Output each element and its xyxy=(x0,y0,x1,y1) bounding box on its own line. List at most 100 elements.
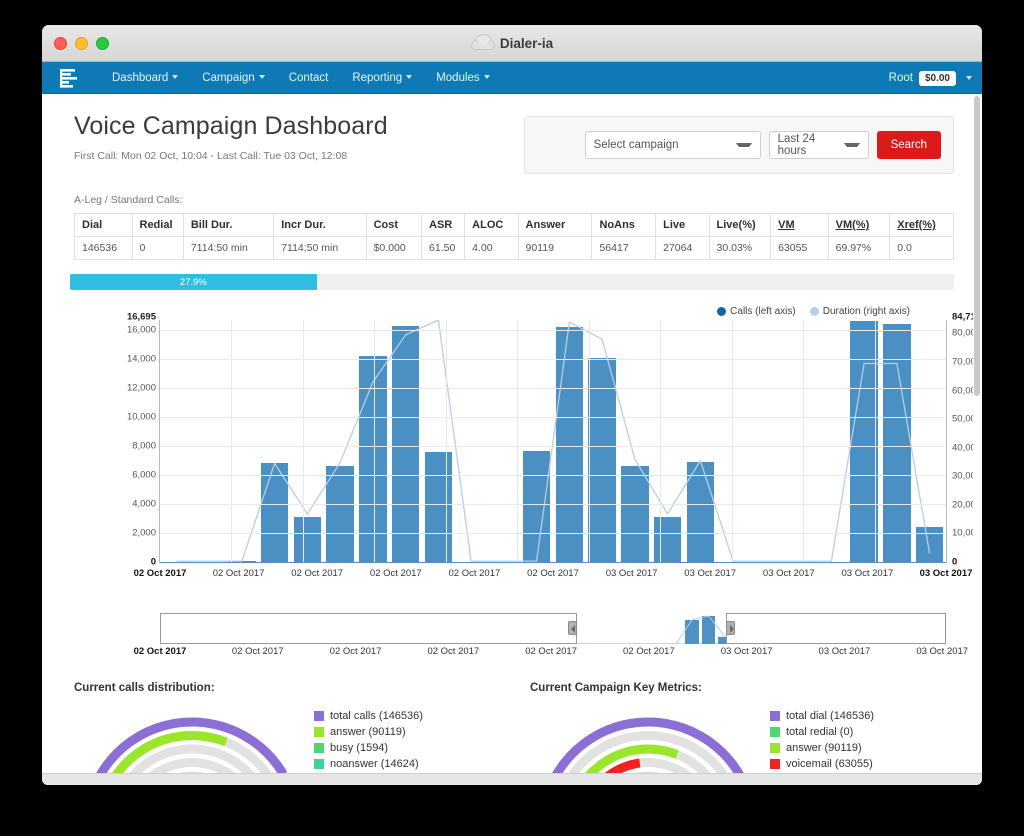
table-header-cost: Cost xyxy=(365,213,423,237)
legend-label-duration: Duration (right axis) xyxy=(822,306,910,317)
table-header-xref[interactable]: Xref(%) xyxy=(889,213,954,237)
table-cell: 7114:50 min xyxy=(273,236,367,260)
gridline-h xyxy=(160,504,946,506)
gauge-legend-item[interactable]: answer (90119) xyxy=(314,726,423,738)
page-scrollbar-thumb[interactable] xyxy=(974,96,980,396)
gridline-v xyxy=(517,320,519,562)
nav-item-contact[interactable]: Contact xyxy=(277,62,341,94)
gauge-legend-swatch xyxy=(314,711,324,721)
table-cell: 90119 xyxy=(517,236,593,260)
gauge-legend-item[interactable]: total redial (0) xyxy=(770,726,874,738)
chart-plot-area xyxy=(159,320,947,563)
gauge-legend-item[interactable]: total dial (146536) xyxy=(770,710,874,722)
window-title: Dialer-ia xyxy=(42,25,982,61)
gridline-h xyxy=(160,330,946,332)
gridline-h xyxy=(160,388,946,390)
chart-legend: Calls (left axis) Duration (right axis) xyxy=(717,306,910,317)
table-cell: 0.0 xyxy=(889,236,954,260)
key-metrics-panel: Current Campaign Key Metrics: total dial… xyxy=(512,682,982,784)
key-metrics-title: Current Campaign Key Metrics: xyxy=(530,682,702,694)
gridline-v xyxy=(374,320,376,562)
gauge-legend-item[interactable]: voicemail (63055) xyxy=(770,758,874,770)
calls-distribution-panel: Current calls distribution: total calls … xyxy=(42,682,512,784)
window-titlebar: Dialer-ia xyxy=(42,25,982,62)
legend-item-duration[interactable]: Duration (right axis) xyxy=(809,306,910,317)
duration-line-series xyxy=(176,320,931,562)
chart-navigator[interactable]: 02 Oct 2017 02 Oct 2017 02 Oct 2017 02 Oct … xyxy=(42,610,982,660)
navigator-x-tick-label: 02 Oct 2017 xyxy=(622,646,675,657)
campaign-select[interactable]: Select campaign xyxy=(584,131,761,159)
nav-item-modules[interactable]: Modules xyxy=(424,62,501,94)
table-cell: 7114:50 min xyxy=(182,236,275,260)
navigator-plot[interactable] xyxy=(160,613,946,644)
x-tick-label: 03 Oct 2017 xyxy=(762,568,815,579)
y-tick-label: 8,000 xyxy=(132,440,156,452)
x-tick-label: 02 Oct 2017 xyxy=(212,568,265,579)
table-header-vm[interactable]: VM(%) xyxy=(827,213,891,237)
gauge-legend-item[interactable]: answer (90119) xyxy=(770,742,874,754)
y-tick-label: 4,000 xyxy=(132,498,156,510)
stats-table-label: A-Leg / Standard Calls: xyxy=(74,194,183,206)
gauge-legend-swatch xyxy=(770,711,780,721)
table-row: 146536 0 7114:50 min 7114:50 min $0.000 61.50… xyxy=(74,236,954,260)
y-axis-right-line xyxy=(946,320,947,563)
x-tick-label: 03 Oct 2017 xyxy=(605,568,658,579)
nav-label-contact: Contact xyxy=(288,71,329,84)
table-cell: 27064 xyxy=(655,236,710,260)
brand-logo[interactable] xyxy=(42,68,100,88)
nav-item-reporting[interactable]: Reporting xyxy=(340,62,424,94)
nav-items: Dashboard Campaign Contact Reporting Mod… xyxy=(100,62,502,94)
page-scrollbar-track[interactable] xyxy=(973,94,982,784)
gauge-svg xyxy=(546,717,750,784)
chevron-down-icon xyxy=(258,75,265,80)
gauge-legend-swatch xyxy=(770,759,780,769)
window-footer xyxy=(42,773,982,785)
y-tick-label: 16,000 xyxy=(126,324,156,336)
x-axis-line xyxy=(160,562,946,563)
table-header-incr-dur: Incr Dur. xyxy=(273,213,367,237)
y-axis-max-label: 16,695 xyxy=(126,311,156,323)
table-cell: 0 xyxy=(131,236,184,260)
gauge-legend-item[interactable]: noanswer (14624) xyxy=(314,758,423,770)
page-header: Voice Campaign Dashboard First Call: Mon… xyxy=(42,94,982,174)
desktop-background: Dialer-ia Dashboard Campaign Contact Rep xyxy=(0,0,1024,836)
chevron-down-icon xyxy=(966,76,972,80)
bars-logo-icon xyxy=(60,68,77,88)
gauge-legend-label: busy (1594) xyxy=(330,742,389,754)
table-header-vm[interactable]: VM xyxy=(770,213,829,237)
navigator-left-handle[interactable] xyxy=(567,621,577,635)
progress-bar-fill: 27.9% xyxy=(70,274,317,290)
table-cell: 56417 xyxy=(591,236,657,260)
gridline-v xyxy=(588,320,590,562)
legend-label-calls: Calls (left axis) xyxy=(730,306,796,317)
calls-distribution-title: Current calls distribution: xyxy=(74,682,215,694)
gauge-legend-swatch xyxy=(314,759,324,769)
gauge-legend-item[interactable]: busy (1594) xyxy=(314,742,423,754)
table-header-row: Dial Redial Bill Dur. Incr Dur. Cost ASR ALOC A… xyxy=(74,213,954,237)
balance-badge: $0.00 xyxy=(918,70,956,86)
chevron-down-icon xyxy=(843,143,860,147)
gauge-legend-label: answer (90119) xyxy=(786,742,862,754)
navigator-x-tick-label: 02 Oct 2017 xyxy=(133,646,187,657)
nav-user-area[interactable]: Root $0.00 xyxy=(889,62,972,94)
browser-window: Dialer-ia Dashboard Campaign Contact Rep xyxy=(42,25,982,785)
legend-item-calls[interactable]: Calls (left axis) xyxy=(717,306,796,317)
calls-distribution-legend: total calls (146536) answer (90119) busy (… xyxy=(314,704,423,784)
gridline-v xyxy=(731,320,733,562)
navigator-x-tick-label: 03 Oct 2017 xyxy=(720,646,773,657)
chevron-down-icon xyxy=(172,75,179,80)
search-button[interactable]: Search xyxy=(876,131,941,159)
x-tick-label: 02 Oct 2017 xyxy=(369,568,422,579)
nav-item-dashboard[interactable]: Dashboard xyxy=(100,62,190,94)
gridline-v xyxy=(231,320,233,562)
page-title: Voice Campaign Dashboard xyxy=(74,112,388,140)
table-header-dial: Dial xyxy=(74,213,133,237)
table-header-live: Live xyxy=(655,213,710,237)
nav-item-campaign[interactable]: Campaign xyxy=(190,62,276,94)
page-subtitle: First Call: Mon 02 Oct, 10:04 - Last Cal… xyxy=(74,150,348,162)
gauge-legend-item[interactable]: total calls (146536) xyxy=(314,710,423,722)
navigator-right-handle[interactable] xyxy=(725,621,735,635)
time-range-select[interactable]: Last 24 hours xyxy=(768,131,869,159)
table-cell: 30.03% xyxy=(708,236,772,260)
x-tick-label: 03 Oct 2017 xyxy=(684,568,737,579)
